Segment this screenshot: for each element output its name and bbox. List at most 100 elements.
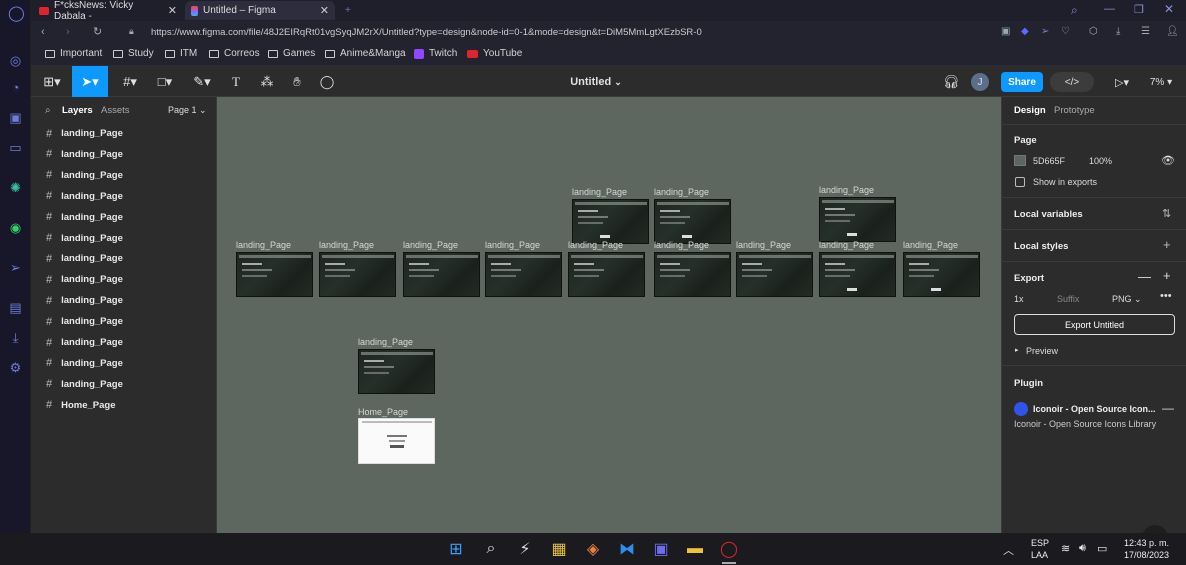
reload-icon[interactable]: ↻ <box>93 25 102 38</box>
resources-icon[interactable]: ⁂ <box>257 72 277 92</box>
show-in-exports-checkbox[interactable] <box>1015 177 1025 187</box>
clock-date[interactable]: 17/08/2023 <box>1124 550 1169 560</box>
back-icon[interactable]: ‹ <box>41 26 45 38</box>
layer-item[interactable]: # landing_Page <box>31 269 217 290</box>
chatgpt-icon[interactable]: ✺ <box>8 180 23 195</box>
share-button[interactable]: Share <box>1001 72 1043 92</box>
minimize-icon[interactable]: — <box>1104 3 1115 15</box>
frame-label[interactable]: landing_Page <box>654 240 709 250</box>
chevron-up-icon[interactable]: ︿ <box>1003 542 1014 558</box>
add-export-icon[interactable]: + <box>1163 268 1171 283</box>
tab-layers[interactable]: Layers <box>62 105 93 116</box>
landing-page-frame[interactable] <box>319 252 396 297</box>
bookmark-important[interactable]: Important <box>45 48 102 59</box>
download-icon[interactable]: ⤓ <box>1116 26 1120 37</box>
battery-icon[interactable]: ▭ <box>1097 542 1107 555</box>
bookmark-study[interactable]: Study <box>113 48 154 59</box>
close-icon[interactable]: ✕ <box>168 4 177 17</box>
vpn-icon[interactable]: ◆ <box>1021 26 1029 37</box>
layer-item[interactable]: # landing_Page <box>31 207 217 228</box>
design-canvas[interactable]: landing_Page landing_Page landing_Page land… <box>217 97 1001 533</box>
chevron-right-icon[interactable]: ▸ <box>1015 346 1019 354</box>
frame-tool-icon[interactable]: #▾ <box>117 72 143 92</box>
close-icon[interactable]: ✕ <box>320 4 329 17</box>
plugin-name[interactable]: Iconoir - Open Source Icon... <box>1033 404 1156 414</box>
bookmark-anime[interactable]: Anime&Manga <box>325 48 406 59</box>
variables-icon[interactable]: ⇅ <box>1162 207 1171 220</box>
present-icon[interactable]: ▷▾ <box>1111 72 1133 92</box>
page-color-hex[interactable]: 5D665F <box>1033 156 1065 166</box>
tab-design[interactable]: Design <box>1014 105 1046 116</box>
file-title[interactable]: Untitled ⌄ <box>561 72 631 92</box>
wifi-icon[interactable]: ≋ <box>1061 542 1070 555</box>
export-scale[interactable]: 1x <box>1014 294 1024 304</box>
whatsapp-icon[interactable]: ◉ <box>8 220 23 235</box>
eye-icon[interactable]: 👁︎ <box>1161 154 1175 167</box>
easy-setup-icon[interactable]: ☰ <box>1141 26 1150 37</box>
page-color-swatch[interactable] <box>1014 155 1026 166</box>
preview-toggle[interactable]: Preview <box>1026 346 1058 356</box>
settings-icon[interactable]: ⚙ <box>8 360 23 375</box>
landing-page-frame[interactable] <box>236 252 313 297</box>
frame-label[interactable]: landing_Page <box>358 337 413 347</box>
send-icon[interactable]: ➢ <box>1041 26 1049 37</box>
landing-page-frame[interactable] <box>485 252 562 297</box>
landing-page-frame[interactable] <box>736 252 813 297</box>
language-indicator[interactable]: ESP <box>1031 538 1049 548</box>
clock-time[interactable]: 12:43 p. m. <box>1124 538 1169 548</box>
layer-item[interactable]: # landing_Page <box>31 290 217 311</box>
pen-tool-icon[interactable]: ✎▾ <box>189 72 215 92</box>
app-bolt-icon[interactable]: ⚡︎ <box>515 539 535 559</box>
tab-prototype[interactable]: Prototype <box>1054 105 1095 116</box>
forward-icon[interactable]: › <box>66 26 70 38</box>
frame-label[interactable]: landing_Page <box>319 240 374 250</box>
frame-label[interactable]: landing_Page <box>236 240 291 250</box>
frame-label[interactable]: landing_Page <box>654 187 709 197</box>
layer-item[interactable]: # landing_Page <box>31 248 217 269</box>
text-tool-icon[interactable]: T <box>226 72 246 92</box>
bookmark-youtube[interactable]: YouTube <box>467 48 522 59</box>
vscode-icon[interactable]: ⧓ <box>617 539 637 559</box>
speed-icon[interactable]: ◔ <box>8 80 23 95</box>
frame-label[interactable]: landing_Page <box>403 240 458 250</box>
download-icon[interactable]: ⤓ <box>8 330 23 345</box>
volume-icon[interactable]: 🔊︎ <box>1079 542 1086 555</box>
frame-label[interactable]: landing_Page <box>819 185 874 195</box>
bookmark-itm[interactable]: ITM <box>165 48 197 59</box>
more-options-icon[interactable]: ••• <box>1160 290 1172 302</box>
page-opacity[interactable]: 100% <box>1089 156 1112 166</box>
landing-page-frame[interactable] <box>568 252 645 297</box>
export-suffix-field[interactable]: Suffix <box>1057 294 1079 304</box>
tab-youtube[interactable]: F*cksNews: Vicky Dabala - ✕ <box>33 0 183 22</box>
dev-mode-toggle[interactable]: </> <box>1050 72 1094 92</box>
restore-icon[interactable]: ❐ <box>1134 3 1144 16</box>
export-button[interactable]: Export Untitled <box>1014 314 1175 335</box>
controller-icon[interactable]: ◎ <box>8 53 23 68</box>
search-icon[interactable]: ⌕ <box>45 105 51 116</box>
add-style-icon[interactable]: + <box>1163 237 1171 252</box>
layer-item[interactable]: # landing_Page <box>31 332 217 353</box>
layer-item[interactable]: # landing_Page <box>31 311 217 332</box>
send-icon[interactable]: ➢ <box>8 260 23 275</box>
landing-page-frame[interactable] <box>358 349 435 394</box>
url-field[interactable]: https://www.figma.com/file/48J2EIRqRt01v… <box>151 27 841 38</box>
remove-export-icon[interactable]: — <box>1138 269 1151 284</box>
twitch-icon[interactable]: ▭ <box>8 140 23 155</box>
camera-icon[interactable]: ▣ <box>1001 26 1010 37</box>
search-icon[interactable]: ⌕ <box>1071 3 1078 18</box>
frame-label[interactable]: Home_Page <box>358 407 408 417</box>
headphones-icon[interactable]: 🎧︎ <box>941 72 961 92</box>
frame-label[interactable]: landing_Page <box>903 240 958 250</box>
frame-label[interactable]: landing_Page <box>485 240 540 250</box>
new-tab-button[interactable]: + <box>339 1 359 20</box>
opera-logo-icon[interactable]: ◯ <box>8 6 25 21</box>
shape-tool-icon[interactable]: □▾ <box>152 72 178 92</box>
frame-label[interactable]: landing_Page <box>736 240 791 250</box>
comment-icon[interactable]: ◯ <box>317 72 337 92</box>
profile-icon[interactable]: 👤︎ <box>1166 26 1179 37</box>
heart-icon[interactable]: ♡ <box>1061 26 1070 37</box>
hand-tool-icon[interactable]: ✋︎ <box>287 72 307 92</box>
collapse-plugin-icon[interactable]: — <box>1162 401 1174 415</box>
landing-page-frame[interactable] <box>903 252 980 297</box>
file-explorer-icon[interactable]: ▬ <box>685 539 705 559</box>
